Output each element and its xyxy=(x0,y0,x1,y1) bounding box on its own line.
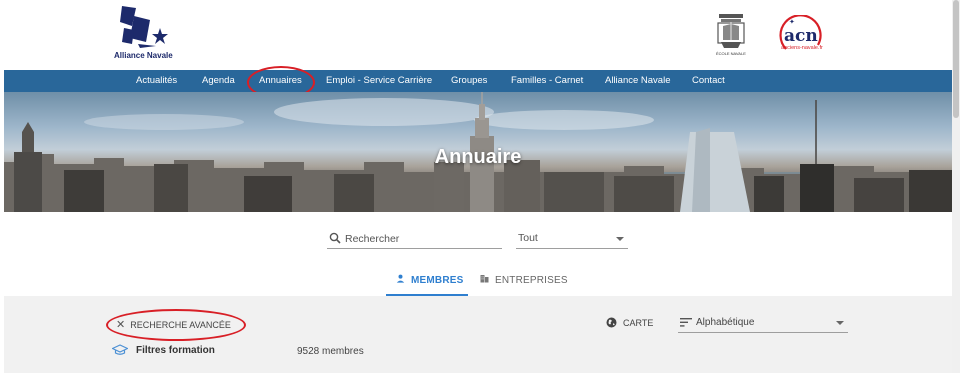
acn-logo[interactable]: ✦ acn anciens-navale.fr xyxy=(776,14,824,57)
nav-item-alliance-navale[interactable]: Alliance Navale xyxy=(605,70,670,92)
tab-entreprises-label: ENTREPRISES xyxy=(494,275,568,286)
type-filter-select[interactable]: Tout xyxy=(516,229,628,249)
nav-item-agenda[interactable]: Agenda xyxy=(202,70,235,92)
page-title: Annuaire xyxy=(434,146,522,168)
search-icon xyxy=(329,232,341,244)
map-view-label: CARTE xyxy=(623,318,654,328)
alliance-navale-logo[interactable]: Alliance Navale xyxy=(114,4,174,62)
formation-filters-toggle[interactable]: Filtres formation xyxy=(111,344,215,358)
site-header: Alliance Navale ÉCOLE NAVALE ✦ acn ancie… xyxy=(0,0,952,70)
graduation-cap-icon xyxy=(111,344,129,355)
tab-membres[interactable]: MEMBRES xyxy=(386,268,468,296)
person-icon xyxy=(396,274,405,283)
building-icon xyxy=(480,275,489,283)
member-count: 9528 membres xyxy=(297,346,364,357)
scrollbar-thumb[interactable] xyxy=(953,0,959,118)
tab-membres-label: MEMBRES xyxy=(410,275,464,286)
nav-item-contact[interactable]: Contact xyxy=(692,70,725,92)
acn-logo-text: acn xyxy=(784,26,818,46)
sort-select[interactable]: Alphabétique xyxy=(678,313,848,333)
nav-item-emploi[interactable]: Emploi - Service Carrière xyxy=(326,70,432,92)
hero-banner: Annuaire xyxy=(4,92,952,212)
advanced-search-highlight-circle xyxy=(106,309,246,341)
sort-icon xyxy=(680,318,692,327)
globe-icon xyxy=(606,317,617,328)
map-view-button[interactable]: CARTE xyxy=(606,317,653,331)
main-navigation: Actualités Agenda Annuaires Emploi - Ser… xyxy=(4,70,952,92)
ship-sail-icon xyxy=(120,6,168,48)
type-filter-value: Tout xyxy=(518,232,538,244)
ecole-navale-logo-text: ÉCOLE NAVALE xyxy=(716,51,746,56)
ecole-navale-logo[interactable]: ÉCOLE NAVALE xyxy=(713,12,749,58)
chevron-down-icon xyxy=(836,321,844,325)
svg-text:✦: ✦ xyxy=(789,18,795,26)
search-field xyxy=(327,229,502,249)
brand-text: Alliance Navale xyxy=(114,51,173,60)
tab-entreprises[interactable]: ENTREPRISES xyxy=(480,268,570,296)
page-scrollbar[interactable] xyxy=(952,0,960,373)
formation-filters-label: Filtres formation xyxy=(136,345,215,356)
nav-item-actualites[interactable]: Actualités xyxy=(136,70,177,92)
nav-item-groupes[interactable]: Groupes xyxy=(451,70,487,92)
acn-logo-subtext: anciens-navale.fr xyxy=(781,45,823,51)
search-input[interactable] xyxy=(345,229,500,248)
chevron-down-icon xyxy=(616,237,624,241)
nav-item-familles[interactable]: Familles - Carnet xyxy=(511,70,583,92)
sort-value: Alphabétique xyxy=(696,317,755,328)
